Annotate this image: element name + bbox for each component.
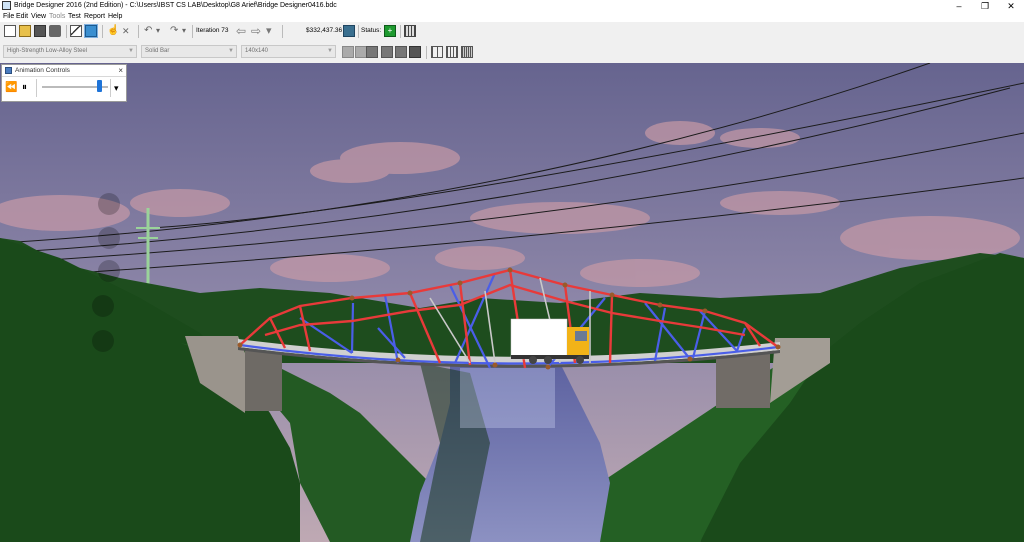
chevron-down-icon: ▼ <box>327 48 333 54</box>
truck-headlight-glow <box>460 368 555 428</box>
cost-label: $332,437.36 <box>306 27 343 34</box>
fine-grid-icon[interactable] <box>461 46 473 58</box>
menu-file[interactable]: File <box>3 12 14 22</box>
redo-icon[interactable]: ↷ <box>170 25 182 37</box>
app-icon <box>2 1 11 10</box>
save-icon[interactable] <box>34 25 46 37</box>
minimize-button[interactable]: – <box>946 0 972 12</box>
animation-icon <box>5 67 12 74</box>
back-arrow-icon[interactable]: ⇦ <box>236 25 250 37</box>
chevron-down-icon: ▼ <box>228 48 234 54</box>
animation-controls-panel: Animation Controls × ⏪ ⏸ ▾ <box>1 64 127 102</box>
truck-view-icon[interactable] <box>92 330 114 352</box>
main-toolbar: ☝ ✕ ↶ ▾ ↷ ▾ Iteration 73 ⇦ ⇨ ▾ $332,437.… <box>0 22 1024 42</box>
bridge-scene <box>0 63 1024 542</box>
member-size-select[interactable]: 140x140 ▼ <box>241 45 336 58</box>
menu-report[interactable]: Report <box>84 12 105 22</box>
member-properties-toolbar: High-Strength Low-Alloy Steel ▼ Solid Bar… <box>0 41 1024 63</box>
slider-thumb[interactable] <box>97 80 102 92</box>
window-title: Bridge Designer 2016 (2nd Edition) - C:\… <box>14 2 337 9</box>
show-supports-icon[interactable] <box>409 46 421 58</box>
redo-dropdown-icon[interactable]: ▾ <box>182 25 189 37</box>
close-button[interactable]: ✕ <box>998 0 1024 12</box>
new-file-icon[interactable] <box>4 25 16 37</box>
chevron-down-icon: ▼ <box>128 48 134 54</box>
head-tilt-icon[interactable] <box>98 260 120 282</box>
title-bar: Bridge Designer 2016 (2nd Edition) - C:\… <box>0 0 1024 12</box>
iteration-label: Iteration 73 <box>196 27 229 34</box>
forward-arrow-icon[interactable]: ⇨ <box>251 25 265 37</box>
menu-edit[interactable]: Edit <box>16 12 28 22</box>
walk-icon[interactable] <box>98 227 120 249</box>
undo-icon[interactable]: ↶ <box>144 25 156 37</box>
rewind-button[interactable]: ⏪ <box>5 81 17 95</box>
cross-section-select[interactable]: Solid Bar ▼ <box>141 45 237 58</box>
menu-bar: File Edit View Tools Test Report Help <box>0 12 1024 22</box>
print-icon[interactable] <box>49 25 61 37</box>
maximize-button[interactable]: ❐ <box>972 0 998 12</box>
animation-controls-header: Animation Controls × <box>2 65 126 77</box>
look-around-icon[interactable] <box>98 193 120 215</box>
menu-help[interactable]: Help <box>108 12 122 22</box>
member-table-icon[interactable] <box>404 25 416 37</box>
drawing-board-icon[interactable] <box>70 25 82 37</box>
speed-slider[interactable] <box>42 80 108 92</box>
status-label: Status: <box>361 27 382 34</box>
menu-view[interactable]: View <box>31 12 46 22</box>
iteration-dropdown-icon[interactable]: ▾ <box>266 25 276 37</box>
delete-icon[interactable]: ✕ <box>122 25 134 37</box>
pause-button[interactable]: ⏸ <box>22 81 27 95</box>
home-view-icon[interactable] <box>92 295 114 317</box>
load-test-viewport[interactable] <box>0 63 1024 542</box>
undo-dropdown-icon[interactable]: ▾ <box>156 25 163 37</box>
increase-size-icon[interactable] <box>342 46 354 58</box>
menu-tools[interactable]: Tools <box>49 12 65 22</box>
animation-controls-title: Animation Controls <box>15 67 70 74</box>
member-list-icon[interactable] <box>366 46 378 58</box>
load-test-icon[interactable] <box>84 24 98 38</box>
close-icon[interactable]: × <box>118 65 123 76</box>
status-ok-icon[interactable]: + <box>384 25 396 37</box>
medium-grid-icon[interactable] <box>446 46 458 58</box>
material-select[interactable]: High-Strength Low-Alloy Steel ▼ <box>3 45 137 58</box>
cost-report-icon[interactable] <box>343 25 355 37</box>
select-hand-icon[interactable]: ☝ <box>107 25 119 37</box>
show-labels-icon[interactable] <box>395 46 407 58</box>
animation-menu-button[interactable]: ▾ <box>114 82 119 94</box>
member-number-icon[interactable] <box>381 46 393 58</box>
coarse-grid-icon[interactable] <box>431 46 443 58</box>
menu-test[interactable]: Test <box>68 12 81 22</box>
open-folder-icon[interactable] <box>19 25 31 37</box>
